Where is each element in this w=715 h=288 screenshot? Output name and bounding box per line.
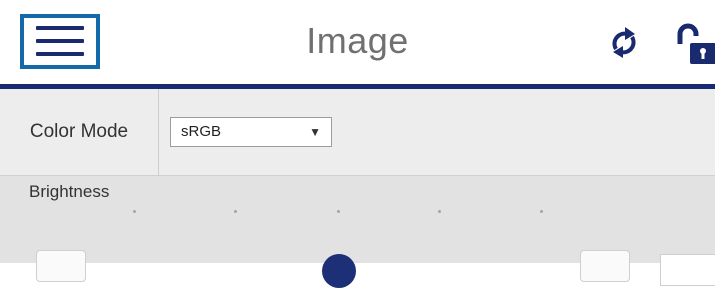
color-mode-label: Color Mode xyxy=(0,89,159,175)
refresh-icon[interactable] xyxy=(608,23,640,63)
brightness-label: Brightness xyxy=(29,182,110,201)
app-header: Image xyxy=(0,0,715,84)
brightness-increase-button[interactable] xyxy=(580,250,630,282)
brightness-tick xyxy=(337,210,340,213)
brightness-decrease-button[interactable] xyxy=(36,250,86,282)
brightness-tick xyxy=(133,210,136,213)
chevron-down-icon: ▼ xyxy=(309,125,321,139)
color-mode-row: Color Mode sRGB ▼ xyxy=(0,89,715,176)
brightness-tick xyxy=(540,210,543,213)
brightness-tick xyxy=(438,210,441,213)
color-mode-value: sRGB xyxy=(181,123,222,140)
unlocked-padlock-icon[interactable] xyxy=(671,22,715,66)
color-mode-select[interactable]: sRGB ▼ xyxy=(170,117,332,147)
brightness-slider-knob[interactable] xyxy=(322,254,356,288)
brightness-tick xyxy=(234,210,237,213)
brightness-value-box xyxy=(660,254,715,286)
